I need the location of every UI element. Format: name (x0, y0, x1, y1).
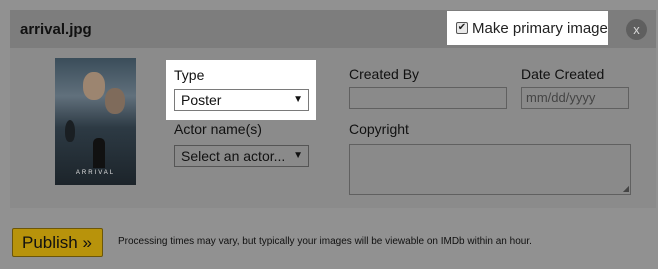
publish-button[interactable]: Publish » (12, 228, 103, 257)
poster-shell-ship (65, 120, 75, 142)
chevron-down-icon: ▼ (293, 94, 303, 105)
poster-figure (93, 138, 105, 168)
type-select[interactable]: Poster ▼ (174, 89, 309, 111)
close-icon[interactable]: x (626, 19, 647, 40)
date-created-input[interactable]: mm/dd/yyyy (521, 87, 629, 109)
chevron-down-icon: ▼ (293, 150, 303, 161)
copyright-label: Copyright (349, 121, 409, 137)
type-label: Type (174, 67, 205, 83)
make-primary-option[interactable]: ✔ Make primary image (447, 11, 608, 45)
type-field-group: Type Poster ▼ (166, 60, 316, 120)
created-by-label: Created By (349, 66, 420, 82)
actor-select[interactable]: Select an actor... ▼ (174, 145, 309, 167)
poster-thumbnail: ARRIVAL (55, 58, 136, 185)
resize-handle-icon[interactable]: ◢ (623, 184, 629, 193)
card-header: arrival.jpg ✔ Make primary image x (10, 10, 656, 48)
poster-face-woman (83, 72, 105, 100)
actor-label: Actor name(s) (174, 121, 262, 137)
type-select-value: Poster (181, 92, 222, 108)
created-by-input[interactable] (349, 87, 507, 109)
make-primary-label[interactable]: Make primary image (472, 20, 608, 37)
actor-select-value: Select an actor... (181, 148, 286, 164)
date-created-label: Date Created (521, 66, 605, 82)
copyright-textarea[interactable]: ◢ (349, 144, 631, 195)
poster-title: ARRIVAL (75, 170, 116, 176)
filename-label: arrival.jpg (20, 21, 92, 38)
processing-note: Processing times may vary, but typically… (118, 236, 532, 247)
image-card: arrival.jpg ✔ Make primary image x ARRIV… (10, 10, 656, 208)
make-primary-checkbox[interactable]: ✔ (456, 22, 468, 34)
poster-face-man (105, 88, 125, 114)
